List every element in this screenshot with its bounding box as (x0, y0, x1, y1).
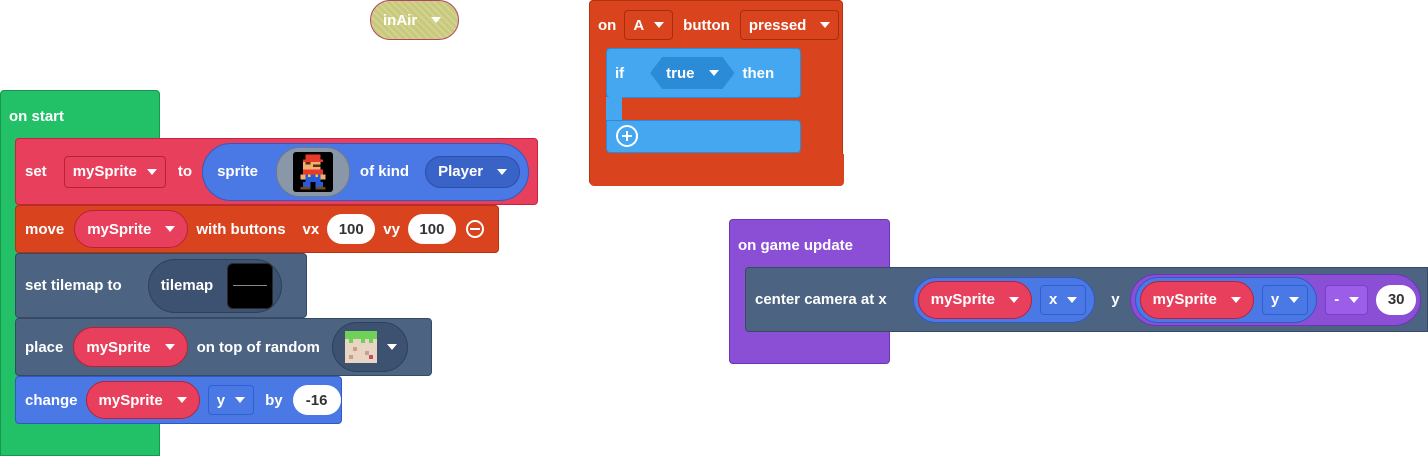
chevron-down-icon (146, 168, 157, 175)
remove-circle-icon[interactable] (465, 220, 484, 238)
chevron-down-icon (497, 168, 508, 175)
on-label: on (598, 16, 617, 34)
y-value-block[interactable]: mySprite y (1134, 276, 1318, 323)
of-kind-label: of kind (359, 163, 410, 180)
offset-input[interactable]: 30 (1376, 284, 1417, 315)
chevron-down-icon (176, 397, 187, 403)
with-buttons-label: with buttons (196, 220, 286, 238)
then-label: then (742, 64, 775, 82)
set-sprite-block[interactable]: set mySprite to sprite of kind Player (15, 138, 538, 205)
chevron-down-icon (709, 70, 719, 76)
if-then-block[interactable]: if true then (606, 48, 801, 98)
on-game-update-label: on game update (738, 237, 854, 254)
if-block-footer[interactable] (606, 120, 801, 153)
change-value-input[interactable]: -16 (292, 385, 341, 415)
move-label: move (25, 220, 65, 238)
chevron-down-icon (820, 22, 831, 28)
condition-dropdown[interactable]: true (650, 57, 734, 89)
chevron-down-icon (1008, 296, 1019, 303)
chevron-down-icon (165, 226, 176, 232)
set-tilemap-block[interactable]: set tilemap to tilemap (15, 253, 307, 318)
tilemap-label: tilemap (160, 277, 214, 294)
set-label: set (25, 163, 47, 180)
y-label: y (1111, 291, 1120, 308)
variable-dropdown[interactable]: mySprite (85, 381, 200, 419)
chevron-down-icon (164, 344, 175, 350)
sprite-of-kind-block[interactable]: sprite of kind Player (202, 142, 530, 201)
mario-sprite-image (292, 151, 333, 192)
to-label: to (177, 163, 193, 180)
chevron-down-icon (235, 397, 246, 403)
place-on-top-of-random-block[interactable]: place mySprite on top of random (15, 318, 432, 376)
chevron-down-icon[interactable] (431, 17, 442, 23)
math-operation-block[interactable]: mySprite y - 30 (1129, 273, 1422, 326)
chevron-down-icon (654, 22, 665, 28)
button-dropdown[interactable]: A (624, 10, 674, 40)
x-value-block[interactable]: mySprite x (912, 276, 1096, 323)
variable-dropdown[interactable]: mySprite (63, 155, 166, 188)
chevron-down-icon (1349, 296, 1360, 303)
operator-dropdown[interactable]: - (1325, 284, 1369, 315)
move-with-buttons-block[interactable]: move mySprite with buttons vx 100 vy 100 (15, 205, 499, 253)
variable-dropdown[interactable]: mySprite (1139, 280, 1254, 319)
center-camera-label: center camera at x (755, 291, 887, 308)
variable-dropdown[interactable]: mySprite (73, 327, 188, 367)
vx-label: vx (302, 220, 320, 238)
add-plus-icon[interactable] (616, 125, 638, 147)
chevron-down-icon (1289, 296, 1300, 303)
variable-dropdown[interactable]: mySprite (74, 210, 189, 248)
property-dropdown[interactable]: y (207, 385, 255, 415)
chevron-down-icon (386, 344, 397, 350)
sprite-label: sprite (217, 163, 258, 180)
grass-tile-icon (344, 331, 377, 363)
if-block-spine (606, 97, 622, 121)
on-start-label: on start (9, 108, 65, 125)
tile-picker[interactable] (331, 322, 408, 372)
property-dropdown[interactable]: y (1261, 284, 1309, 315)
center-camera-block[interactable]: center camera at x mySprite x y mySprite… (745, 267, 1428, 332)
on-top-of-random-label: on top of random (196, 338, 320, 356)
tilemap-block[interactable]: tilemap (147, 258, 283, 313)
by-label: by (265, 391, 283, 409)
event-dropdown[interactable]: pressed (739, 10, 840, 40)
chevron-down-icon (1067, 296, 1078, 303)
chevron-down-icon (1230, 296, 1241, 303)
property-dropdown[interactable]: x (1039, 284, 1087, 315)
place-label: place (25, 338, 64, 356)
change-property-block[interactable]: change mySprite y by -16 (15, 376, 342, 424)
vx-input[interactable]: 100 (327, 214, 376, 244)
sprite-image-picker[interactable] (275, 146, 350, 197)
button-label: button (683, 16, 730, 34)
vy-input[interactable]: 100 (407, 214, 456, 244)
if-label: if (615, 64, 625, 82)
set-tilemap-label: set tilemap to (25, 277, 122, 294)
kind-dropdown[interactable]: Player (425, 155, 521, 188)
vy-label: vy (383, 220, 400, 238)
variable-dropdown[interactable]: mySprite (917, 280, 1032, 319)
inair-variable-block[interactable]: inAir (370, 0, 459, 40)
tilemap-image-picker[interactable] (227, 262, 274, 309)
inair-label: inAir (383, 11, 418, 29)
change-label: change (25, 391, 78, 409)
